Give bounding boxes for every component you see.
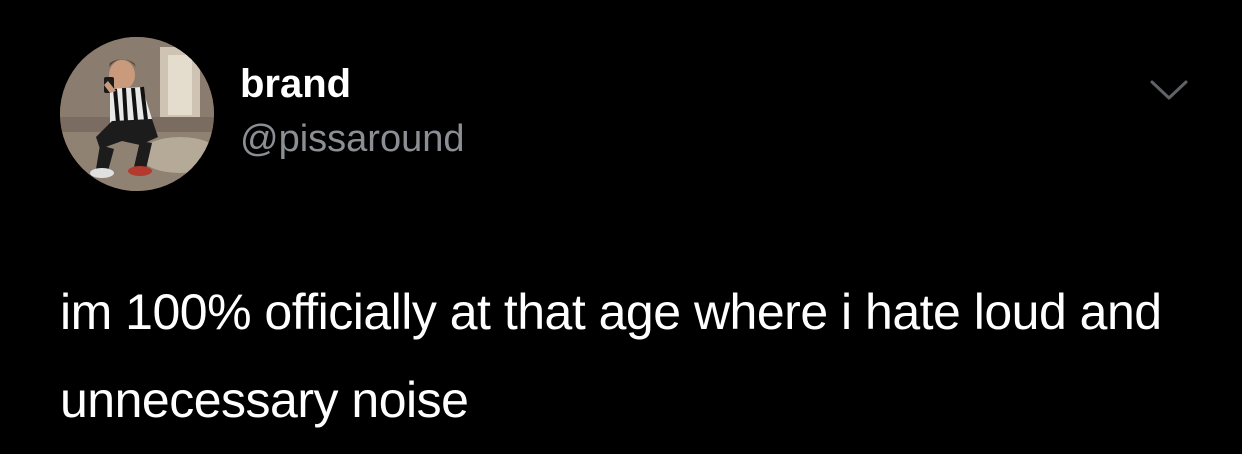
author-handle[interactable]: @pissaround bbox=[240, 116, 464, 162]
avatar[interactable] bbox=[60, 37, 214, 191]
tweet-text: im 100% officially at that age where i h… bbox=[60, 284, 1162, 428]
tweet: brand @pissaround im 100% officially at … bbox=[0, 0, 1242, 454]
profile-photo bbox=[60, 37, 214, 191]
chevron-down-icon[interactable] bbox=[1148, 76, 1190, 106]
author-display-name[interactable]: brand bbox=[240, 60, 351, 108]
